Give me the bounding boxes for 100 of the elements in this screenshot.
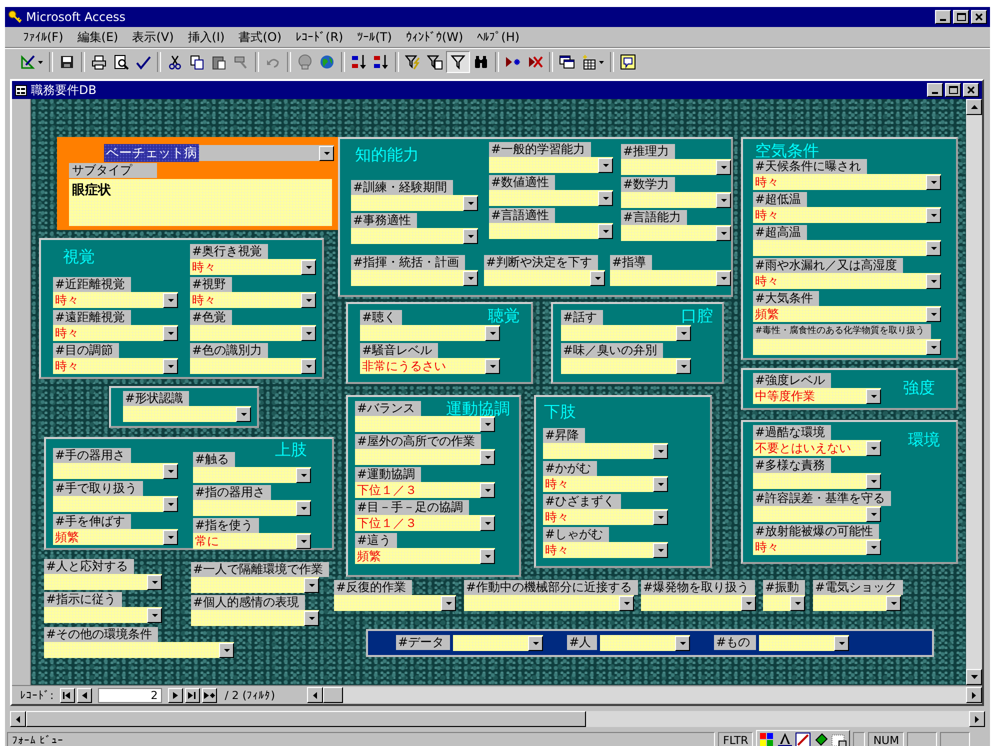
menu-item[interactable]: 表示(V) xyxy=(126,28,180,46)
scrollbar[interactable] xyxy=(10,711,985,727)
pencil-icon[interactable] xyxy=(795,732,812,746)
left-arrow-icon[interactable] xyxy=(16,716,20,722)
menu-item[interactable]: ﾚｺｰﾄﾞ(R) xyxy=(290,29,350,45)
menu-item[interactable]: 編集(E) xyxy=(71,28,124,46)
grid-icon[interactable] xyxy=(831,732,848,746)
check-mark-icon[interactable] xyxy=(135,54,151,70)
dropdown-button[interactable] xyxy=(480,416,495,432)
binoculars-icon[interactable] xyxy=(473,54,489,70)
dropdown-button[interactable] xyxy=(463,196,478,210)
dropdown-button[interactable] xyxy=(441,596,456,610)
combo-box[interactable]: 時々 xyxy=(53,292,178,308)
minimize-button[interactable] xyxy=(927,83,943,97)
left-arrow-icon[interactable] xyxy=(313,692,317,698)
dropdown-button[interactable] xyxy=(147,574,162,590)
dropdown-button[interactable] xyxy=(236,406,251,422)
combo-box[interactable]: 不要とはいえない xyxy=(753,440,881,456)
right-arrow-icon[interactable] xyxy=(975,716,979,722)
dropdown-button[interactable] xyxy=(676,326,691,340)
dropdown-button[interactable] xyxy=(866,540,881,554)
dropdown-button[interactable] xyxy=(301,326,316,340)
dropdown-button[interactable] xyxy=(163,496,178,512)
dropdown-button[interactable] xyxy=(528,636,544,650)
windows-icon[interactable] xyxy=(559,54,575,70)
dropdown-button[interactable] xyxy=(790,596,805,610)
dropdown-button[interactable] xyxy=(301,260,316,274)
dropdown-button[interactable] xyxy=(716,160,731,174)
combo-box[interactable]: ベーチェット病 xyxy=(104,145,334,161)
dropdown-button[interactable] xyxy=(296,534,311,548)
dropdown-button[interactable] xyxy=(926,274,941,288)
dropdown-button[interactable] xyxy=(926,174,941,190)
previous-record-button[interactable] xyxy=(76,688,92,702)
dropdown-button[interactable] xyxy=(163,292,178,308)
dropdown-button[interactable] xyxy=(866,506,881,522)
scrollbar[interactable] xyxy=(307,687,982,703)
combo-box[interactable]: 非常にうるさい xyxy=(360,358,500,374)
combo-box[interactable]: 下位１／３ xyxy=(355,482,495,498)
dropdown-button[interactable] xyxy=(598,190,613,206)
dropdown-button[interactable] xyxy=(716,226,731,240)
right-arrow-icon[interactable] xyxy=(972,692,976,698)
scissors-icon[interactable] xyxy=(167,54,183,70)
menu-item[interactable]: ｳｨﾝﾄﾞｳ(W) xyxy=(400,29,470,45)
dropdown-button[interactable] xyxy=(296,500,311,516)
dropdown-button[interactable] xyxy=(675,636,690,650)
combo-box[interactable] xyxy=(813,595,901,611)
down-arrow-icon[interactable] xyxy=(970,675,978,679)
last-record-button[interactable] xyxy=(184,688,200,702)
combo-box[interactable]: 時々 xyxy=(190,292,316,308)
dropdown-button[interactable] xyxy=(480,482,495,498)
dropdown-button[interactable] xyxy=(653,444,668,458)
funnel-form-icon[interactable] xyxy=(427,54,443,70)
dropdown-button[interactable] xyxy=(926,208,941,222)
combo-box[interactable]: 時々 xyxy=(753,207,941,223)
fill-bucket-icon[interactable] xyxy=(813,732,830,746)
combo-box[interactable]: 時々 xyxy=(543,542,668,558)
dropdown-button[interactable] xyxy=(219,642,234,658)
dropdown-button[interactable] xyxy=(741,596,756,610)
combo-box[interactable] xyxy=(453,635,544,651)
dropdown-button[interactable] xyxy=(926,306,941,322)
copy-icon[interactable] xyxy=(189,54,205,70)
maximize-button[interactable] xyxy=(945,83,961,97)
dropdown-button[interactable] xyxy=(480,516,495,530)
dropdown-button[interactable] xyxy=(716,192,731,208)
menu-item[interactable]: 書式(O) xyxy=(232,28,288,46)
combo-box[interactable]: 時々 xyxy=(543,509,668,525)
clipboard-icon[interactable] xyxy=(211,54,227,70)
font-color-icon[interactable] xyxy=(777,732,794,746)
scrollbar[interactable] xyxy=(966,99,982,685)
menu-item[interactable]: 挿入(I) xyxy=(182,28,231,46)
combo-box[interactable]: 中等度作業 xyxy=(753,388,881,404)
dropdown-button[interactable] xyxy=(319,146,334,160)
combo-box[interactable]: 時々 xyxy=(53,358,178,374)
printer-icon[interactable] xyxy=(91,54,107,70)
help-icon[interactable] xyxy=(620,54,636,70)
combo-box[interactable]: 時々 xyxy=(753,273,941,289)
dropdown-button[interactable] xyxy=(926,340,941,354)
combo-box[interactable]: 頻繁 xyxy=(355,548,495,564)
combo-box[interactable] xyxy=(641,595,756,611)
dropdown-button[interactable] xyxy=(653,476,668,492)
new-record-icon[interactable] xyxy=(505,54,521,70)
combo-box[interactable] xyxy=(759,635,850,651)
dropdown-button[interactable] xyxy=(163,358,178,374)
globe-link-icon[interactable] xyxy=(297,54,313,70)
dropdown-button[interactable] xyxy=(866,440,881,456)
new-record-button[interactable] xyxy=(202,688,217,702)
dropdown-button[interactable] xyxy=(598,158,613,172)
globe-icon[interactable] xyxy=(319,54,335,70)
brush-icon[interactable] xyxy=(233,54,249,70)
sort-descending-icon[interactable] xyxy=(373,54,389,70)
dropdown-button[interactable] xyxy=(301,358,316,374)
dropdown-button[interactable] xyxy=(163,326,178,340)
dropdown-button[interactable] xyxy=(463,228,478,244)
dropdown-button[interactable] xyxy=(301,292,316,308)
menu-item[interactable]: ﾍﾙﾌﾟ(H) xyxy=(471,29,526,45)
up-arrow-icon[interactable] xyxy=(970,105,978,109)
dropdown-button[interactable] xyxy=(304,610,319,626)
dropdown-button[interactable] xyxy=(619,596,634,610)
combo-box[interactable] xyxy=(621,192,731,208)
menu-item[interactable]: ﾌｧｲﾙ(F) xyxy=(17,29,70,45)
